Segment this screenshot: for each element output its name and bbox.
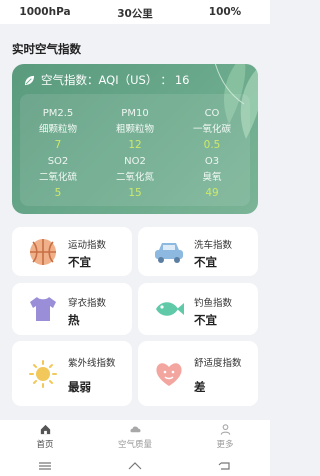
tab-label: 更多 xyxy=(216,440,234,450)
tab-air-quality[interactable]: 空气质量 xyxy=(90,420,180,456)
tshirt-icon xyxy=(30,297,56,321)
back-icon[interactable] xyxy=(217,460,233,472)
fish-icon xyxy=(156,302,184,316)
index-value: 不宜 xyxy=(68,255,91,269)
index-value: 差 xyxy=(194,380,206,394)
tab-more[interactable]: 更多 xyxy=(180,420,270,456)
home-icon xyxy=(40,424,50,435)
pollutant-no2: NO2 二氧化氮 15 xyxy=(97,156,173,199)
pollutant-name: 臭氧 xyxy=(202,172,222,183)
index-name: 紫外线指数 xyxy=(68,358,116,369)
pollutant-value: 12 xyxy=(128,139,142,151)
tab-label: 空气质量 xyxy=(117,440,152,450)
person-icon xyxy=(220,424,230,435)
car-icon xyxy=(155,242,183,263)
aqi-card: 空气指数：AQI（US） ： 16 PM2.5 细颗粒物 7 PM10 粗颗粒物… xyxy=(12,64,258,214)
home-nav-icon[interactable] xyxy=(127,460,143,472)
top-stats-bar: 1000hPa 30公里 100% xyxy=(0,0,270,24)
index-name: 运动指数 xyxy=(68,240,107,251)
pressure-value: 1000hPa xyxy=(19,6,71,18)
index-tile-sport[interactable]: 运动指数 不宜 xyxy=(12,227,132,276)
pollutant-code: CO xyxy=(204,108,220,119)
index-tile-fishing[interactable]: 钓鱼指数 不宜 xyxy=(138,283,258,335)
index-value: 不宜 xyxy=(194,255,217,269)
aqi-header: 空气指数：AQI（US） ： 16 xyxy=(24,72,189,88)
index-tile-clothing[interactable]: 穿衣指数 热 xyxy=(12,283,132,335)
pollutant-so2: SO2 二氧化硫 5 xyxy=(20,156,96,199)
system-nav-bar xyxy=(0,456,270,476)
pollutant-code: NO2 xyxy=(124,156,146,167)
pollutant-pm10: PM10 粗颗粒物 12 xyxy=(97,108,173,151)
pollutant-co: CO 一氧化碳 0.5 xyxy=(174,108,250,151)
air-quality-icon xyxy=(129,426,141,433)
aqi-separator: ： xyxy=(160,73,172,87)
index-value: 不宜 xyxy=(194,313,217,327)
pollutant-code: SO2 xyxy=(47,156,69,167)
pollutant-value: 7 xyxy=(54,139,62,151)
pollutant-value: 0.5 xyxy=(203,139,221,151)
aqi-value: 16 xyxy=(174,73,190,87)
humidity-value: 100% xyxy=(208,6,242,18)
index-value: 最弱 xyxy=(68,380,91,394)
pollutant-code: PM10 xyxy=(121,108,149,119)
index-tile-uv[interactable]: 紫外线指数 最弱 xyxy=(12,341,132,406)
pollutant-code: PM2.5 xyxy=(42,108,74,119)
bottom-tab-bar: 首页 空气质量 更多 xyxy=(0,420,270,456)
pollutant-value: 5 xyxy=(54,187,62,199)
pollutant-value: 15 xyxy=(128,187,142,199)
pollutant-name: 一氧化碳 xyxy=(192,124,231,135)
aqi-label: 空气指数：AQI（US） xyxy=(41,73,158,87)
section-title: 实时空气指数 xyxy=(12,42,81,56)
index-name: 穿衣指数 xyxy=(68,298,107,309)
index-value: 热 xyxy=(68,313,80,327)
pollutant-name: 粗颗粒物 xyxy=(115,124,154,135)
pollutant-name: 二氧化硫 xyxy=(38,172,77,183)
index-name: 洗车指数 xyxy=(194,240,233,251)
basketball-icon xyxy=(30,238,56,265)
pollutant-name: 细颗粒物 xyxy=(38,124,77,135)
tab-label: 首页 xyxy=(36,440,54,450)
sun-icon xyxy=(29,359,57,388)
leaf-icon xyxy=(24,75,35,85)
index-name: 钓鱼指数 xyxy=(194,298,233,309)
index-tile-comfort[interactable]: 舒适度指数 差 xyxy=(138,341,258,406)
pollutant-code: O3 xyxy=(204,156,220,167)
pollutant-pm25: PM2.5 细颗粒物 7 xyxy=(20,108,96,151)
index-name: 舒适度指数 xyxy=(194,358,242,369)
pollutant-value: 49 xyxy=(205,187,219,199)
pollutant-o3: O3 臭氧 49 xyxy=(174,156,250,199)
tab-home[interactable]: 首页 xyxy=(0,420,90,456)
pollutant-grid: PM2.5 细颗粒物 7 PM10 粗颗粒物 12 CO 一氧化碳 0.5 SO… xyxy=(20,94,250,206)
pollutant-name: 二氧化氮 xyxy=(115,172,154,183)
visibility-value: 30公里 xyxy=(117,8,153,20)
menu-icon[interactable] xyxy=(37,460,53,472)
face-icon xyxy=(156,362,182,386)
index-tile-carwash[interactable]: 洗车指数 不宜 xyxy=(138,227,258,276)
